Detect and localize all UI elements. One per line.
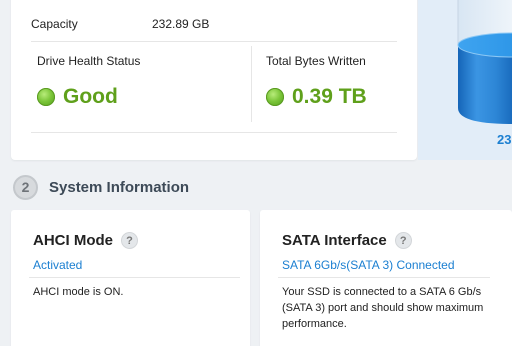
help-icon[interactable]: ? [121, 232, 138, 249]
system-information-header: 2 System Information [13, 174, 189, 200]
tbw-label: Total Bytes Written [266, 54, 366, 68]
status-dot-icon [37, 88, 55, 106]
ahci-card-header: AHCI Mode ? [33, 232, 138, 249]
ahci-description: AHCI mode is ON. [33, 286, 124, 298]
card-bottom-divider [31, 132, 397, 133]
drive-info-card: Capacity 232.89 GB Drive Health Status G… [11, 0, 417, 160]
help-icon[interactable]: ? [394, 232, 412, 249]
tbw-value: 0.39 TB [292, 85, 367, 108]
section-title: System Information [49, 178, 190, 196]
chart-capacity-label: 23 [497, 132, 512, 147]
ahci-mode-card: AHCI Mode ? Activated AHCI mode is ON. [11, 210, 250, 346]
ahci-title: AHCI Mode [33, 232, 113, 249]
ahci-status: Activated [33, 258, 83, 272]
sata-title: SATA Interface [282, 232, 387, 249]
health-value-row: Good [37, 85, 207, 109]
sata-description: Your SSD is connected to a SATA 6 Gb/s (… [282, 286, 484, 330]
capacity-label: Capacity [31, 16, 78, 31]
sata-interface-card: SATA Interface ? SATA 6Gb/s(SATA 3) Conn… [260, 210, 512, 346]
sata-card-header: SATA Interface ? [282, 232, 412, 249]
sata-status: SATA 6Gb/s(SATA 3) Connected [282, 258, 455, 272]
health-label: Drive Health Status [37, 54, 141, 68]
ahci-divider [29, 277, 240, 278]
capacity-chart-panel: 23 [418, 0, 512, 160]
health-value: Good [63, 85, 118, 108]
status-dot-icon [266, 88, 284, 106]
tbw-value-row: 0.39 TB [266, 85, 436, 109]
sata-divider [278, 277, 490, 278]
capacity-row: Capacity 232.89 GB [31, 6, 397, 42]
section-number-badge: 2 [13, 174, 38, 200]
stat-divider [251, 46, 252, 122]
capacity-value: 232.89 GB [152, 16, 210, 31]
drive-health-status: Drive Health Status Good [37, 54, 207, 109]
total-bytes-written: Total Bytes Written 0.39 TB [266, 54, 436, 109]
